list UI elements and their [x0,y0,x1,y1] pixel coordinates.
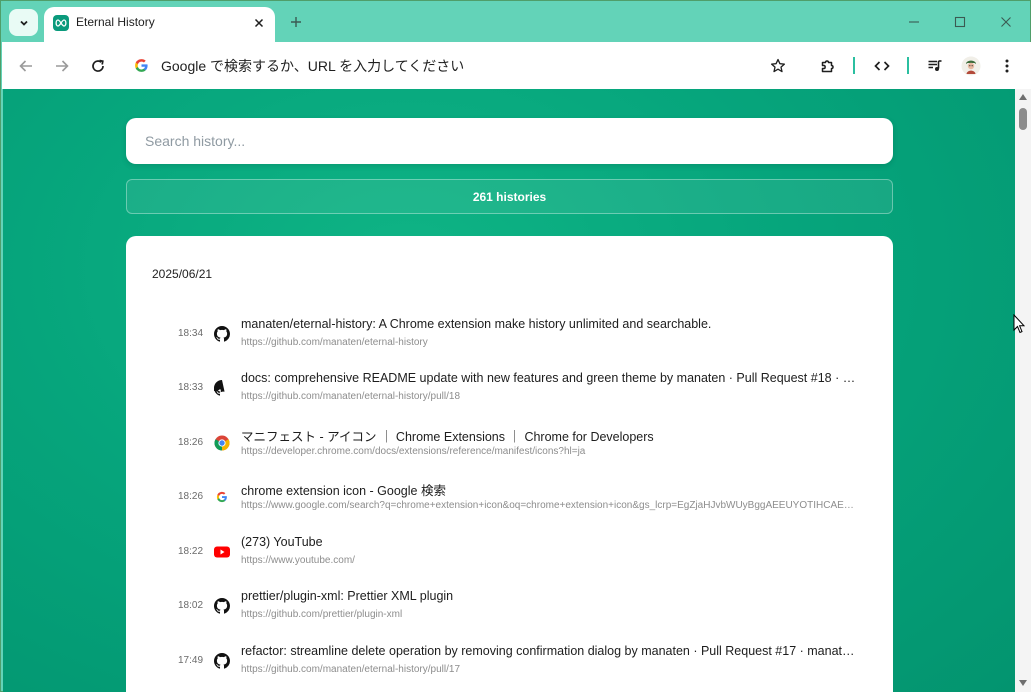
scroll-up-arrow-icon[interactable] [1018,92,1028,102]
entry-title: chrome extension icon - Google 検索 [241,484,446,498]
github-icon [214,380,230,396]
media-controls-button[interactable] [922,53,948,79]
back-button[interactable] [13,53,39,79]
omnibox-input[interactable]: Google で検索するか、URL を入力してください [161,56,464,76]
history-entry[interactable]: 18:22 (273) YouTube https://www.youtube.… [126,531,893,579]
forward-button[interactable] [49,53,75,79]
tab-eternal-history[interactable]: Eternal History [44,7,275,42]
chevron-down-icon [19,20,28,26]
history-search-box[interactable] [126,118,893,164]
page-scrollbar[interactable] [1015,89,1031,692]
mouse-cursor-icon [1013,314,1025,334]
entry-url: https://github.com/manaten/eternal-histo… [241,391,461,402]
history-list-card: 2025/06/21 18:34 manaten/eternal-history… [126,236,893,692]
entry-url: https://www.google.com/search?q=chrome+e… [241,500,861,511]
puzzle-icon [821,60,834,73]
extensions-button[interactable] [815,53,841,79]
entry-time: 18:02 [178,600,204,611]
close-icon [254,18,264,28]
entry-title: マニフェスト - アイコン ｜ Chrome Extensions ｜ Chro… [241,430,654,444]
reload-button[interactable] [85,53,111,79]
entry-title: manaten/eternal-history: A Chrome extens… [241,317,712,331]
arrow-right-icon [56,60,69,72]
tab-title: Eternal History [76,15,155,29]
entry-title: (273) YouTube [241,535,323,549]
tab-strip: Eternal History [1,1,1031,42]
history-entry[interactable]: 18:33 docs: comprehensive README update … [126,367,893,415]
chrome-icon [214,435,230,451]
devtools-button[interactable] [869,53,895,79]
bookmark-button[interactable] [765,53,791,79]
github-icon [214,653,230,669]
history-entry[interactable]: 18:34 manaten/eternal-history: A Chrome … [126,313,893,361]
github-icon [214,598,230,614]
entry-title: prettier/plugin-xml: Prettier XML plugin [241,589,454,603]
entry-time: 17:49 [178,655,204,666]
toolbar-divider [907,57,909,74]
tab-close-button[interactable] [251,15,267,31]
entry-time: 18:26 [178,491,204,502]
tab-search-button[interactable] [9,9,38,36]
arrow-left-icon [19,60,32,72]
eternal-history-favicon-icon [53,15,69,31]
entry-url: https://github.com/manaten/eternal-histo… [241,664,461,675]
entry-url: https://www.youtube.com/ [241,555,355,566]
history-entry[interactable]: 18:26 マニフェスト - アイコン ｜ Chrome Extensions … [126,422,893,470]
minimize-icon [909,21,919,23]
code-icon [874,61,890,71]
youtube-icon [214,544,230,560]
close-icon [1001,17,1011,27]
window-close-button[interactable] [994,11,1018,33]
entry-time: 18:34 [178,328,204,339]
browser-window: Eternal History Google で検索するか、URL を入力してく… [0,0,1031,692]
maximize-icon [954,16,966,28]
entry-time: 18:33 [178,382,204,393]
toolbar-divider [853,57,855,74]
eternal-history-page: 261 histories 2025/06/21 18:34 manaten/e… [3,89,1015,692]
entry-time: 18:26 [178,437,204,448]
history-entry[interactable]: 18:02 prettier/plugin-xml: Prettier XML … [126,585,893,633]
minimize-button[interactable] [902,11,926,33]
history-entry[interactable]: 18:26 chrome extension icon - Google 検索 … [126,476,893,524]
history-count-bar: 261 histories [126,179,893,214]
new-tab-button[interactable] [284,11,308,33]
avatar-icon [961,56,981,76]
google-icon [133,57,149,73]
queue-music-icon [928,60,942,71]
reload-icon [92,59,104,72]
maximize-button[interactable] [948,11,972,33]
github-icon [214,326,230,342]
entry-url: https://github.com/manaten/eternal-histo… [241,337,428,348]
entry-url: https://developer.chrome.com/docs/extens… [241,446,586,457]
entry-time: 18:22 [178,546,204,557]
history-search-input[interactable] [126,118,893,164]
entry-title: refactor: streamline delete operation by… [241,644,861,658]
history-entry[interactable]: 17:49 refactor: streamline delete operat… [126,640,893,688]
browser-toolbar: Google で検索するか、URL を入力してください [2,42,1031,89]
scroll-down-arrow-icon[interactable] [1018,678,1028,688]
scrollbar-thumb[interactable] [1019,108,1027,130]
plus-icon [291,17,301,27]
entry-title: docs: comprehensive README update with n… [241,371,861,385]
star-icon [770,58,786,73]
chrome-menu-button[interactable] [994,53,1020,79]
more-vertical-icon [1005,59,1009,73]
google-icon [214,489,230,505]
profile-avatar-button[interactable] [958,53,984,79]
entry-url: https://github.com/prettier/plugin-xml [241,609,403,620]
date-group-header: 2025/06/21 [152,267,213,281]
